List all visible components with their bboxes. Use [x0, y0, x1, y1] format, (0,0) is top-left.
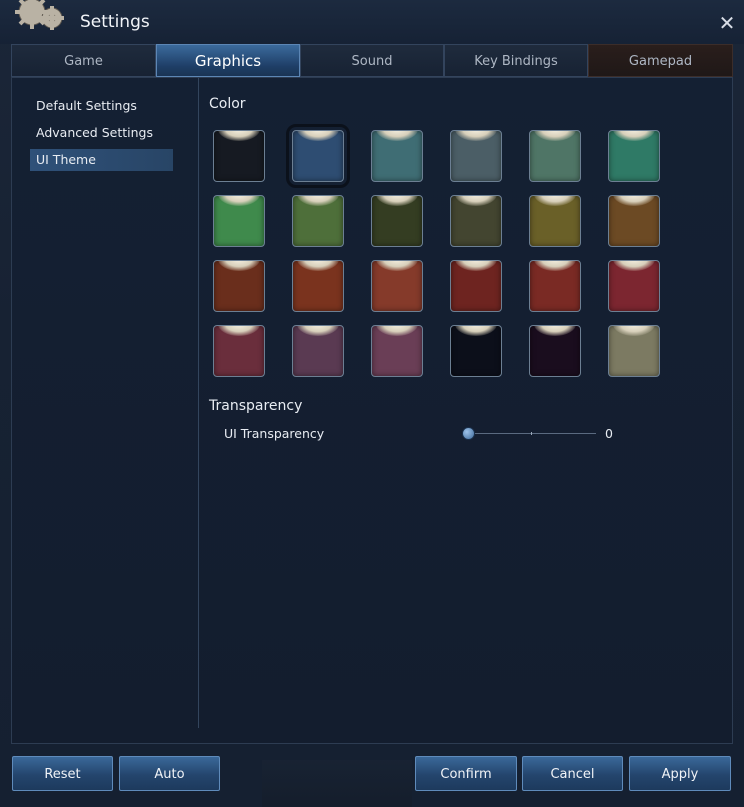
color-swatch[interactable] — [450, 130, 502, 182]
tab-key-bindings[interactable]: Key Bindings — [444, 44, 588, 77]
color-swatch[interactable] — [292, 195, 344, 247]
color-swatch[interactable] — [529, 130, 581, 182]
apply-button[interactable]: Apply — [629, 756, 731, 791]
color-swatch[interactable] — [371, 260, 423, 312]
tab-game[interactable]: Game — [11, 44, 156, 77]
color-swatch[interactable] — [450, 195, 502, 247]
color-swatch[interactable] — [292, 325, 344, 377]
confirm-button[interactable]: Confirm — [415, 756, 517, 791]
transparency-section-label: Transparency — [209, 398, 303, 414]
color-swatch[interactable] — [371, 195, 423, 247]
settings-window: Settings ✕ Game Graphics Sound Key Bindi… — [0, 0, 744, 807]
title-bar[interactable]: Settings ✕ — [0, 0, 744, 44]
close-icon[interactable]: ✕ — [716, 12, 738, 34]
color-swatch[interactable] — [213, 195, 265, 247]
color-swatch[interactable] — [213, 325, 265, 377]
color-swatch[interactable] — [450, 325, 502, 377]
color-swatch[interactable] — [529, 260, 581, 312]
color-swatch[interactable] — [608, 195, 660, 247]
color-swatch[interactable] — [213, 130, 265, 182]
ui-transparency-value: 0 — [605, 426, 613, 441]
ui-transparency-slider-handle[interactable] — [462, 427, 475, 440]
color-swatch[interactable] — [608, 130, 660, 182]
color-swatch[interactable] — [529, 195, 581, 247]
slider-midpoint-tick — [531, 432, 532, 435]
ui-transparency-label: UI Transparency — [224, 426, 325, 441]
color-swatch[interactable] — [450, 260, 502, 312]
sidebar-item-default-settings[interactable]: Default Settings — [30, 95, 173, 117]
color-swatch[interactable] — [286, 124, 350, 188]
tab-bar: Game Graphics Sound Key Bindings Gamepad — [11, 44, 733, 77]
cancel-button[interactable]: Cancel — [522, 756, 623, 791]
tab-sound[interactable]: Sound — [300, 44, 444, 77]
sidebar-item-ui-theme[interactable]: UI Theme — [30, 149, 173, 171]
sidebar: Default Settings Advanced Settings UI Th… — [12, 78, 199, 728]
gear-icon — [15, 0, 64, 30]
tab-gamepad[interactable]: Gamepad — [588, 44, 733, 77]
reset-button[interactable]: Reset — [12, 756, 113, 791]
color-swatch[interactable] — [371, 130, 423, 182]
color-swatch[interactable] — [292, 260, 344, 312]
auto-button[interactable]: Auto — [119, 756, 220, 791]
color-section-label: Color — [209, 96, 246, 112]
color-swatch[interactable] — [608, 260, 660, 312]
window-title: Settings — [80, 12, 150, 32]
ui-transparency-slider-track[interactable] — [468, 433, 596, 434]
color-swatch[interactable] — [608, 325, 660, 377]
background-hud — [262, 760, 412, 807]
tab-graphics[interactable]: Graphics — [156, 44, 300, 77]
color-swatch[interactable] — [529, 325, 581, 377]
sidebar-item-advanced-settings[interactable]: Advanced Settings — [30, 122, 173, 144]
color-swatch[interactable] — [371, 325, 423, 377]
color-swatch[interactable] — [213, 260, 265, 312]
